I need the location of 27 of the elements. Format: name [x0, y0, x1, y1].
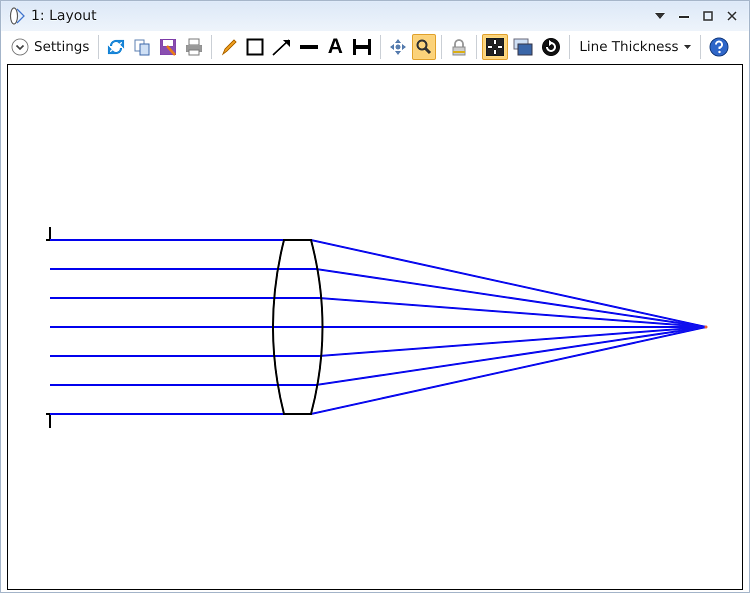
chevron-down-icon — [11, 38, 29, 56]
lock-icon — [450, 38, 468, 56]
pan-arrows-icon — [389, 38, 408, 56]
pencil-icon — [220, 38, 238, 56]
windows-icon — [513, 38, 534, 56]
refresh-icon — [107, 38, 126, 56]
magnifier-icon — [415, 38, 434, 56]
close-icon[interactable] — [727, 11, 737, 21]
help-icon — [708, 37, 729, 57]
rotate-icon — [541, 37, 562, 57]
window-title: 1: Layout — [31, 8, 97, 24]
lens-icon — [9, 7, 25, 25]
save-icon — [159, 38, 178, 56]
maximize-icon[interactable] — [703, 11, 713, 21]
caret-icon — [684, 45, 691, 49]
text-tool-button[interactable]: A — [323, 34, 348, 60]
dropdown-icon[interactable] — [655, 13, 665, 19]
fit-frame-icon — [485, 37, 506, 57]
arrow-icon — [272, 38, 292, 56]
copy-icon — [133, 38, 152, 56]
printer-icon — [185, 38, 204, 56]
line-thickness-dropdown[interactable]: Line Thickness — [575, 34, 695, 60]
fit-button[interactable] — [482, 34, 508, 60]
zoom-button[interactable] — [412, 34, 436, 60]
rectangle-icon — [246, 38, 264, 56]
settings-button[interactable]: Settings — [7, 34, 94, 60]
dimension-icon — [352, 38, 372, 56]
